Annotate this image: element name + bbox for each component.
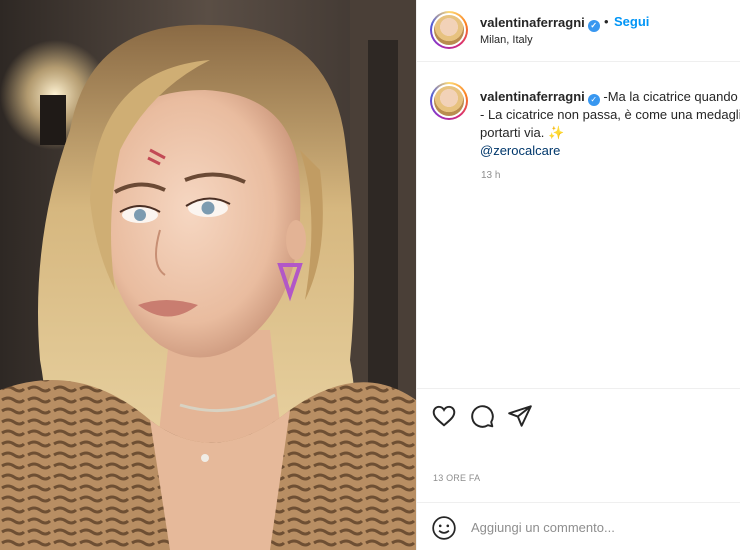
photo-illustration [0, 0, 416, 550]
location-link[interactable]: Milan, Italy [480, 34, 533, 46]
mention-link[interactable]: @zerocalcare [480, 142, 740, 160]
post-header: valentinaferragni ✓ • Segui Milan, Italy [417, 0, 740, 62]
caption-block: valentinaferragni ✓ -Ma la cicatrice quan… [417, 72, 740, 372]
caption-line-3: portarti via. [480, 125, 545, 140]
caption-time: 13 h [481, 170, 501, 178]
post-photo[interactable] [0, 0, 416, 550]
verified-icon: ✓ [587, 20, 600, 32]
caption-line-1: -Ma la cicatrice quando [603, 89, 738, 104]
separator-dot: • [604, 14, 609, 29]
sparkles-icon: ✨ [547, 125, 565, 140]
share-icon[interactable] [507, 403, 533, 429]
verified-icon: ✓ [587, 94, 600, 106]
comment-input[interactable] [471, 515, 731, 539]
heart-icon[interactable] [431, 403, 457, 429]
comment-bar [417, 502, 740, 550]
post-side-panel: valentinaferragni ✓ • Segui Milan, Italy … [416, 0, 740, 550]
smiley-icon[interactable] [431, 515, 457, 541]
avatar-photo [434, 15, 464, 45]
caption-text: valentinaferragni ✓ -Ma la cicatrice quan… [480, 88, 740, 160]
caption-avatar[interactable] [430, 82, 468, 120]
comment-icon[interactable] [469, 403, 495, 429]
follow-button[interactable]: Segui [614, 14, 649, 29]
caption-line-2: - La cicatrice non passa, è come una med… [480, 107, 740, 122]
action-bar [417, 388, 740, 438]
header-username[interactable]: valentinaferragni ✓ [480, 15, 600, 32]
avatar-photo [434, 86, 464, 116]
caption-username[interactable]: valentinaferragni [480, 89, 585, 104]
avatar[interactable] [430, 11, 468, 49]
post-timestamp[interactable]: 13 ORE FA [433, 473, 480, 483]
